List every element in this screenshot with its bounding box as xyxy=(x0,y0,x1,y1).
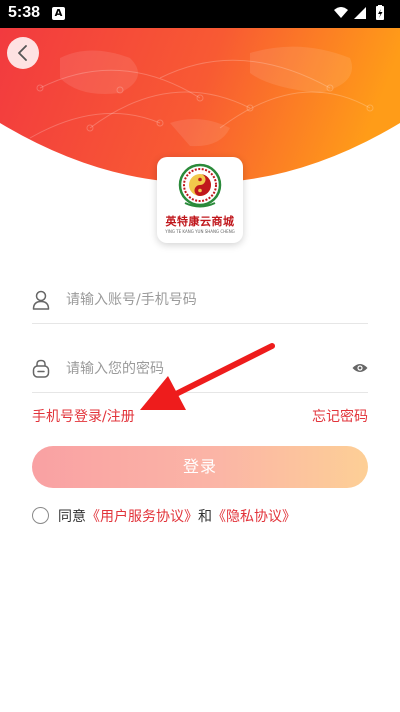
status-bar: 5:38 A xyxy=(0,0,400,28)
agreement-and: 和 xyxy=(198,509,212,525)
agreement-prefix: 同意 xyxy=(58,509,86,525)
account-input[interactable] xyxy=(66,287,336,313)
battery-icon xyxy=(376,5,384,20)
status-icons xyxy=(332,5,390,25)
account-field xyxy=(32,277,368,324)
app-logo: 英特康云商城 YING TE KANG YUN SHANG CHENG xyxy=(157,157,243,243)
phone-login-link[interactable]: 手机号登录/注册 xyxy=(32,406,135,426)
agreement-checkbox[interactable] xyxy=(32,507,49,524)
eye-icon[interactable] xyxy=(352,362,368,374)
wifi-icon xyxy=(334,7,348,18)
user-agreement-link[interactable]: 《用户服务协议》 xyxy=(86,509,198,525)
forgot-password-link[interactable]: 忘记密码 xyxy=(312,406,368,426)
agreement-text: 同意《用户服务协议》和《隐私协议》 xyxy=(58,506,296,526)
logo-emblem-icon xyxy=(178,163,222,208)
login-button[interactable]: 登录 xyxy=(32,446,368,488)
lock-icon xyxy=(32,359,50,378)
privacy-agreement-link[interactable]: 《隐私协议》 xyxy=(212,509,296,525)
password-input[interactable] xyxy=(66,356,336,382)
password-field xyxy=(32,346,368,393)
signal-icon xyxy=(354,7,366,19)
user-icon xyxy=(32,290,50,310)
login-options-row: 手机号登录/注册 忘记密码 xyxy=(32,406,368,426)
status-time: 5:38 xyxy=(8,4,41,21)
logo-name: 英特康云商城 xyxy=(165,215,235,228)
logo-subtitle: YING TE KANG YUN SHANG CHENG xyxy=(165,229,235,234)
chevron-left-icon xyxy=(18,45,27,61)
notification-icon: A xyxy=(52,7,65,20)
back-button[interactable] xyxy=(7,37,39,69)
